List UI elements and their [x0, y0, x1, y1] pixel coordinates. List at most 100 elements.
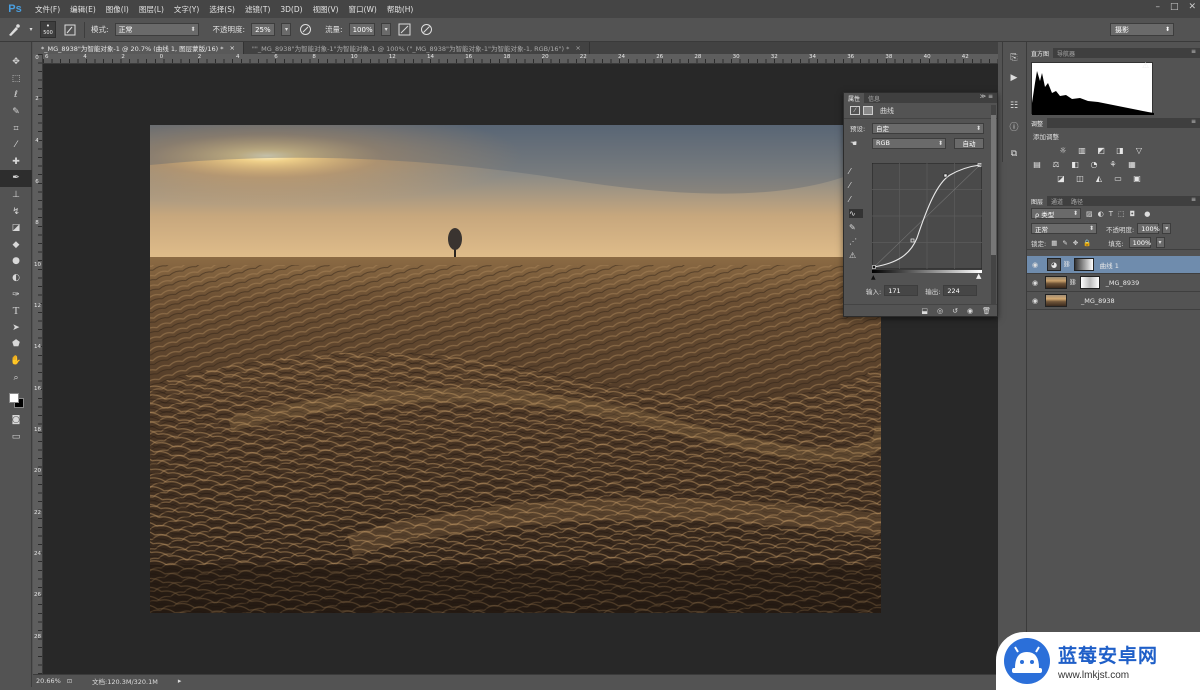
mask-icon[interactable]: [863, 106, 873, 115]
fill-dropdown[interactable]: ▾: [1155, 237, 1165, 248]
tab-navigator[interactable]: 导航器: [1053, 48, 1079, 58]
filter-toggle-icon[interactable]: ●: [1144, 210, 1150, 218]
path-select-tool-icon[interactable]: ➤: [0, 320, 32, 337]
eye-icon[interactable]: ◉: [1027, 261, 1043, 269]
lasso-tool-icon[interactable]: ℓ: [0, 87, 32, 104]
gray-point-eyedropper-icon[interactable]: ⁄: [849, 181, 863, 190]
trash-icon[interactable]: 🗑: [982, 307, 991, 315]
threshold-icon[interactable]: ◭: [1093, 173, 1105, 183]
hue-saturation-icon[interactable]: ▤: [1031, 159, 1043, 169]
panel-menu-icon[interactable]: ≫ ≡: [980, 93, 993, 100]
tab-layers[interactable]: 图层: [1027, 196, 1048, 206]
filter-shape-icon[interactable]: ⬚: [1118, 210, 1125, 218]
brush-tool-icon[interactable]: [6, 22, 22, 38]
layer-filter-select[interactable]: ρ 类型 ⬍: [1031, 208, 1081, 219]
brush-panel-icon[interactable]: [62, 22, 78, 38]
actions-icon[interactable]: ▶: [1003, 68, 1025, 88]
dodge-tool-icon[interactable]: ◐: [0, 270, 32, 287]
pencil-curve-icon[interactable]: ✎: [849, 223, 863, 232]
close-button[interactable]: ✕: [1188, 2, 1196, 12]
opacity-dropdown[interactable]: ▾: [281, 23, 292, 36]
properties-scrollbar[interactable]: [991, 105, 996, 305]
lock-position-icon[interactable]: ✥: [1073, 239, 1078, 247]
brightness-icon[interactable]: ☼: [1057, 145, 1069, 155]
zoom-icon[interactable]: ⊡: [67, 678, 72, 685]
panel-menu-icon[interactable]: ≡: [1191, 118, 1196, 125]
preset-select[interactable]: 自定 ⬍: [872, 122, 984, 134]
history-icon[interactable]: ⎘: [1003, 48, 1025, 68]
clip-to-layer-icon[interactable]: ⬓: [921, 307, 928, 315]
color-balance-icon[interactable]: ⚖: [1050, 159, 1062, 169]
menu-edit[interactable]: 编辑(E): [65, 4, 101, 15]
clipping-warning-icon[interactable]: ⚠: [849, 251, 863, 260]
menu-view[interactable]: 视图(V): [308, 4, 344, 15]
tab-histogram[interactable]: 直方图: [1027, 48, 1054, 58]
hand-tool-icon[interactable]: ✋: [0, 353, 32, 370]
vibrance-icon[interactable]: ▽: [1133, 145, 1145, 155]
flow-dropdown[interactable]: ▾: [380, 23, 391, 36]
marquee-tool-icon[interactable]: ⬚: [0, 71, 32, 88]
layer-mask-thumbnail[interactable]: [1079, 276, 1100, 289]
curve-point-tool-icon[interactable]: ∿: [849, 209, 863, 218]
pressure-opacity-icon[interactable]: [297, 22, 313, 38]
channel-mixer-icon[interactable]: ⚘: [1107, 159, 1119, 169]
menu-help[interactable]: 帮助(H): [382, 4, 419, 15]
close-icon[interactable]: ×: [575, 44, 580, 52]
menu-window[interactable]: 窗口(W): [344, 4, 382, 15]
tab-channels[interactable]: 通道: [1047, 196, 1067, 206]
workspace-select[interactable]: 摄影 ⬍: [1110, 23, 1174, 36]
curves-graph[interactable]: [871, 162, 983, 273]
warning-icon[interactable]: ⚠: [1142, 61, 1149, 70]
move-tool-icon[interactable]: ✥: [0, 54, 32, 71]
blend-mode-select[interactable]: 正常 ⬍: [1031, 223, 1097, 234]
flow-input[interactable]: 100%: [348, 23, 375, 36]
menu-select[interactable]: 选择(S): [204, 4, 240, 15]
color-swatches[interactable]: [0, 390, 32, 412]
white-point-eyedropper-icon[interactable]: ⁄: [849, 195, 863, 204]
history-brush-tool-icon[interactable]: ↯: [0, 203, 32, 220]
menu-type[interactable]: 文字(Y): [169, 4, 204, 15]
layer-opacity-dropdown[interactable]: ▾: [1162, 223, 1172, 234]
minimize-button[interactable]: –: [1155, 2, 1160, 12]
foreground-color-swatch[interactable]: [9, 392, 19, 403]
healing-brush-tool-icon[interactable]: ✚: [0, 154, 32, 171]
brush-tool-icon[interactable]: ✒: [0, 170, 32, 187]
clone-stamp-tool-icon[interactable]: ⊥: [0, 187, 32, 204]
lock-all-icon[interactable]: 🔒: [1083, 239, 1091, 247]
smooth-curve-icon[interactable]: ⋰: [849, 237, 863, 246]
visibility-icon[interactable]: ◉: [967, 307, 973, 315]
invert-icon[interactable]: ◪: [1055, 173, 1067, 183]
exposure-icon[interactable]: ◨: [1114, 145, 1126, 155]
pressure-size-icon[interactable]: [419, 22, 435, 38]
input-field[interactable]: 171: [884, 285, 919, 296]
close-icon[interactable]: ×: [229, 44, 234, 52]
filter-pixel-icon[interactable]: ▨: [1086, 210, 1093, 218]
quick-mask-icon[interactable]: ◙: [0, 412, 32, 429]
filter-type-icon[interactable]: T: [1109, 210, 1113, 218]
layer-opacity-input[interactable]: 100%: [1137, 223, 1160, 234]
clone-source-icon[interactable]: ⧉: [1003, 144, 1025, 164]
white-slider-icon[interactable]: ▲: [976, 272, 981, 280]
lock-pixels-icon[interactable]: ✎: [1062, 239, 1067, 247]
menu-3d[interactable]: 3D(D): [275, 5, 307, 14]
menu-filter[interactable]: 滤镜(T): [240, 4, 275, 15]
chain-icon[interactable]: ⛓: [1063, 261, 1071, 268]
levels-icon[interactable]: ▥: [1076, 145, 1088, 155]
color-lookup-icon[interactable]: ▦: [1126, 159, 1138, 169]
layer-row-curves[interactable]: ◉ ◕ ⛓ 曲线 1: [1027, 256, 1200, 274]
gradient-map-icon[interactable]: ▭: [1112, 173, 1124, 183]
posterize-icon[interactable]: ◫: [1074, 173, 1086, 183]
eye-icon[interactable]: ◉: [1027, 279, 1043, 287]
panel-menu-icon[interactable]: ≡: [1191, 196, 1196, 203]
shape-tool-icon[interactable]: ⬟: [0, 336, 32, 353]
brush-preset-picker[interactable]: • 500: [40, 21, 56, 38]
filter-adjustment-icon[interactable]: ◐: [1098, 210, 1104, 218]
type-tool-icon[interactable]: T: [0, 303, 32, 320]
auto-button[interactable]: 自动: [954, 137, 984, 149]
black-slider-icon[interactable]: ▲: [871, 274, 876, 281]
wheat-field-photo[interactable]: [150, 125, 881, 613]
layer-row-mg8939[interactable]: ◉ ⛓ _MG_8939: [1027, 274, 1200, 292]
eye-icon[interactable]: ◉: [1027, 297, 1043, 305]
curves-adj-icon[interactable]: ◩: [1095, 145, 1107, 155]
tab-adjustments[interactable]: 调整: [1027, 118, 1048, 128]
